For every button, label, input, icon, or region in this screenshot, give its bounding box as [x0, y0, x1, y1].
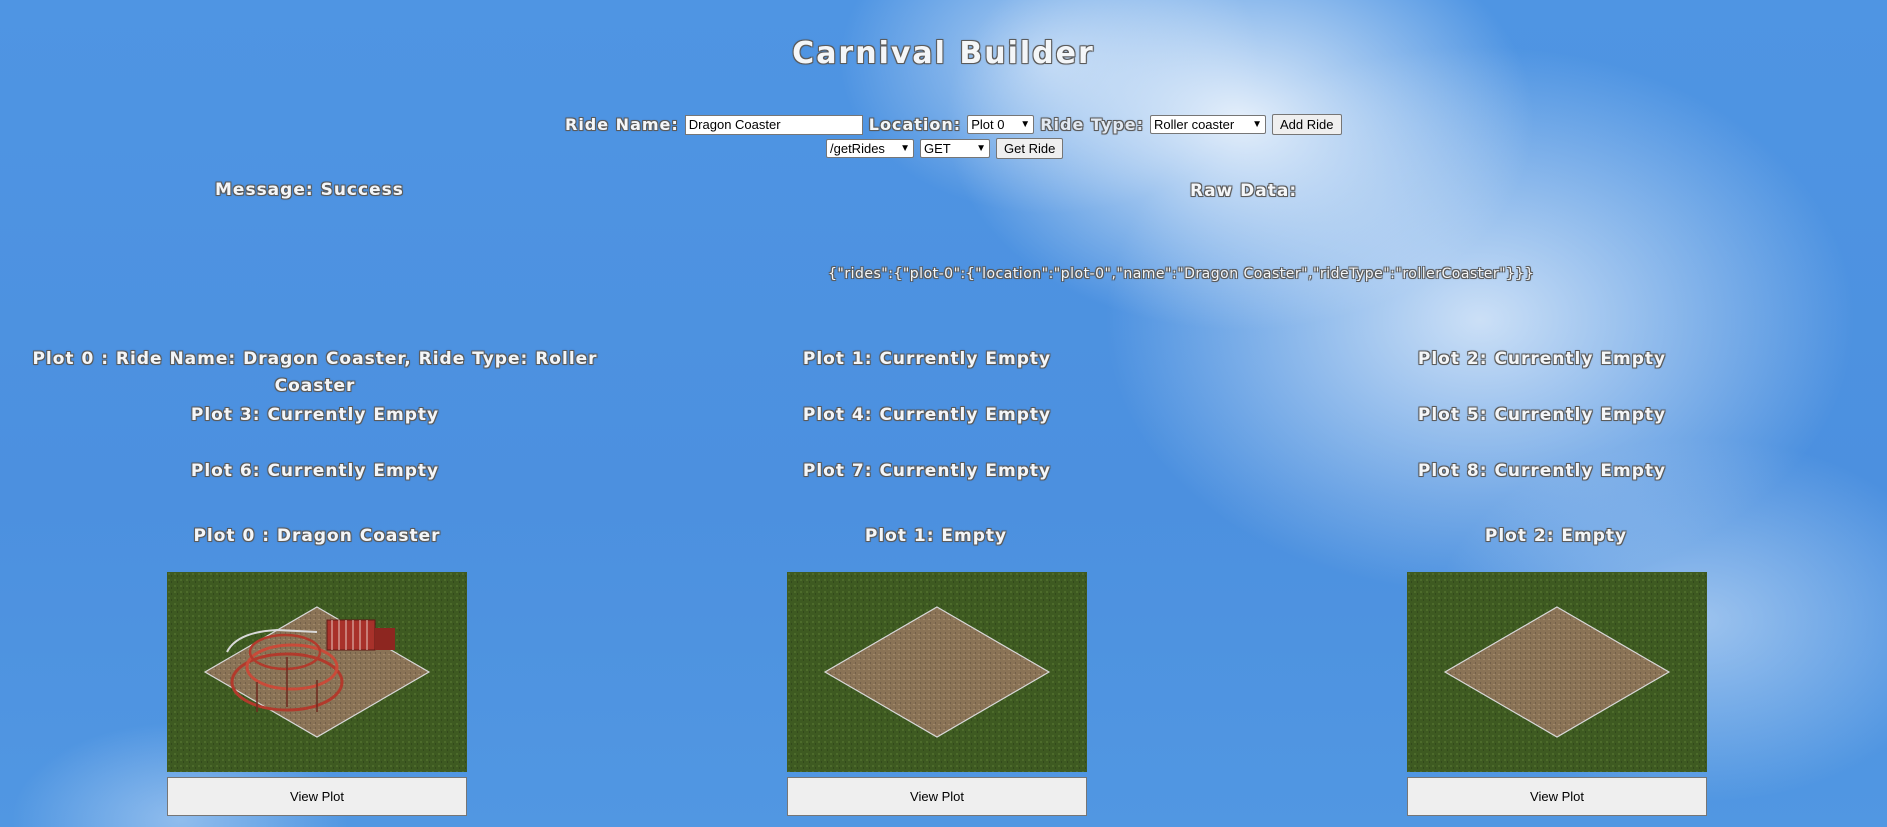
plot-status-1: Plot 1: Currently Empty [802, 349, 1052, 369]
ride-name-input[interactable] [684, 114, 863, 135]
chevron-down-icon: ▼ [900, 143, 910, 154]
location-select[interactable]: Plot 0 ▼ [967, 115, 1035, 134]
ride-name-label: Ride Name: [565, 115, 679, 134]
method-select-value: GET [924, 141, 951, 156]
empty-plot-image [1407, 572, 1707, 772]
plot-status-2: Plot 2: Currently Empty [1417, 349, 1667, 369]
roller-coaster-plot-image [167, 572, 467, 772]
ride-form: Ride Name: Location: Plot 0 ▼ Ride Type:… [565, 114, 1342, 135]
plot-status-5: Plot 5: Currently Empty [1417, 405, 1667, 425]
card-title-0: Plot 0 : Dragon Coaster [193, 526, 441, 546]
chevron-down-icon: ▼ [976, 143, 986, 154]
raw-data-value: {"rides":{"plot-0":{"location":"plot-0",… [828, 266, 1535, 282]
empty-plot-image [787, 572, 1087, 772]
card-title-1: Plot 1: Empty [864, 526, 1008, 546]
location-label: Location: [868, 115, 962, 134]
plot-status-3: Plot 3: Currently Empty [190, 405, 440, 425]
location-select-value: Plot 0 [971, 117, 1005, 132]
view-plot-button-0[interactable]: View Plot [167, 777, 467, 816]
view-plot-button-2[interactable]: View Plot [1407, 777, 1707, 816]
endpoint-select-value: /getRides [830, 141, 885, 156]
page-title: Carnival Builder [792, 36, 1095, 71]
add-ride-button[interactable]: Add Ride [1272, 114, 1342, 135]
view-plot-button-1[interactable]: View Plot [787, 777, 1087, 816]
method-select[interactable]: GET ▼ [920, 139, 990, 158]
status-message: Message: Success [215, 180, 404, 200]
ride-type-select[interactable]: Roller coaster ▼ [1150, 115, 1267, 134]
ride-type-select-value: Roller coaster [1154, 117, 1235, 132]
raw-data-label: Raw Data: [1190, 181, 1298, 201]
plot-status-0: Plot 0 : Ride Name: Dragon Coaster, Ride… [32, 349, 598, 396]
plot-status-4: Plot 4: Currently Empty [802, 405, 1052, 425]
card-title-2: Plot 2: Empty [1484, 526, 1628, 546]
chevron-down-icon: ▼ [1252, 119, 1263, 130]
chevron-down-icon: ▼ [1020, 119, 1031, 130]
endpoint-select[interactable]: /getRides ▼ [826, 139, 914, 158]
plot-status-6: Plot 6: Currently Empty [190, 461, 440, 481]
ride-type-label: Ride Type: [1040, 115, 1145, 134]
query-form: /getRides ▼ GET ▼ Get Ride [826, 138, 1064, 159]
plot-status-8: Plot 8: Currently Empty [1417, 461, 1667, 481]
plot-status-7: Plot 7: Currently Empty [802, 461, 1052, 481]
get-ride-button[interactable]: Get Ride [996, 138, 1064, 159]
